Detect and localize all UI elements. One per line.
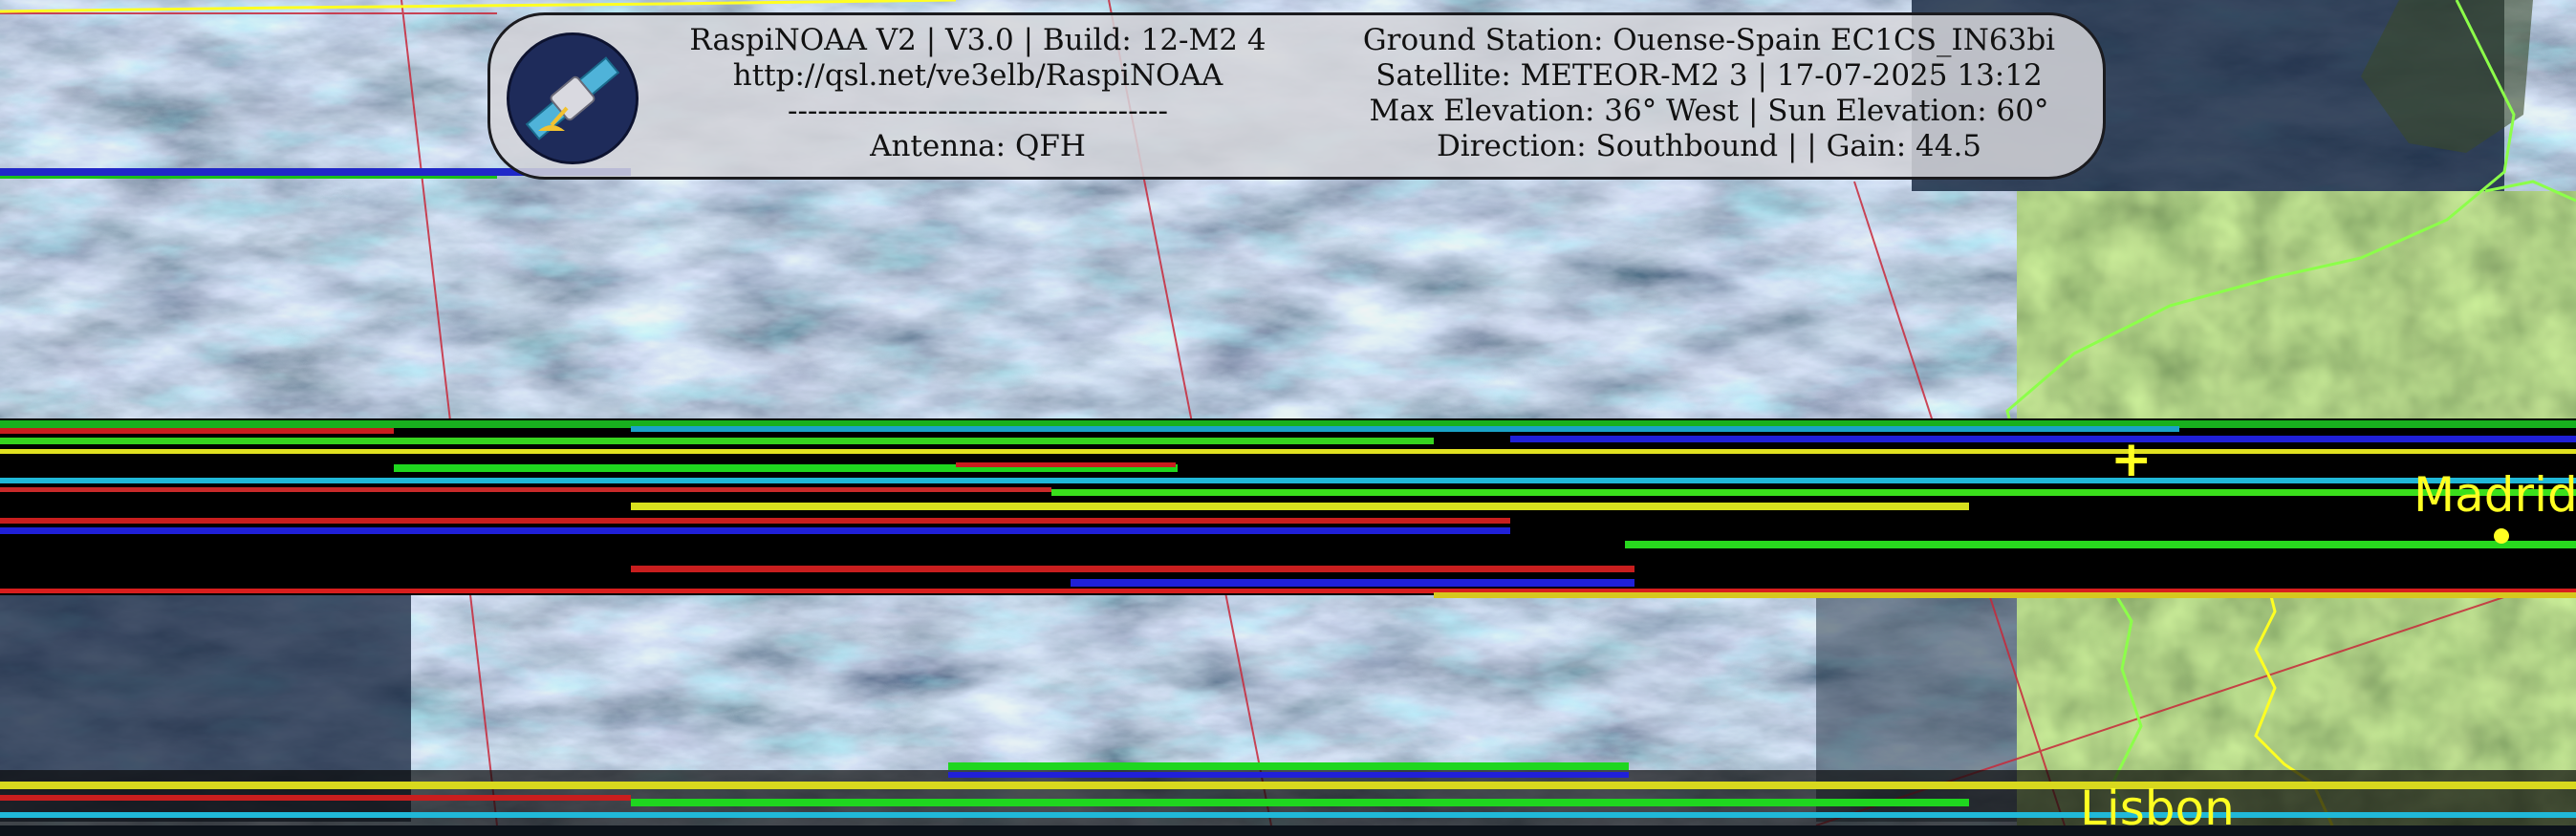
direction-gain: Direction: Southbound | | Gain: 44.5	[1436, 129, 1982, 163]
pass-info-box: RaspiNOAA V2 | V3.0 | Build: 12-M2 4 htt…	[487, 12, 2106, 180]
pass-info-right: Ground Station: Ouense-Spain EC1CS_IN63b…	[1322, 23, 2096, 164]
elevation-info: Max Elevation: 36° West | Sun Elevation:…	[1369, 94, 2049, 128]
city-label-madrid: Madrid	[2414, 467, 2576, 523]
satellite-pass-time: Satellite: METEOR-M2 3 | 17-07-2025 13:1…	[1375, 58, 2043, 93]
separator: --------------------------------------	[787, 94, 1169, 128]
ground-station: Ground Station: Ouense-Spain EC1CS_IN63b…	[1362, 23, 2056, 57]
antenna-type: Antenna: QFH	[870, 129, 1086, 163]
ground-station-marker: +	[2111, 431, 2153, 488]
satellite-icon	[507, 32, 639, 164]
city-label-lisbon: Lisbon	[2080, 781, 2235, 836]
project-url: http://qsl.net/ve3elb/RaspiNOAA	[732, 58, 1223, 93]
station-info-left: RaspiNOAA V2 | V3.0 | Build: 12-M2 4 htt…	[653, 23, 1303, 164]
software-version: RaspiNOAA V2 | V3.0 | Build: 12-M2 4	[689, 23, 1266, 57]
madrid-dot	[2494, 528, 2509, 544]
